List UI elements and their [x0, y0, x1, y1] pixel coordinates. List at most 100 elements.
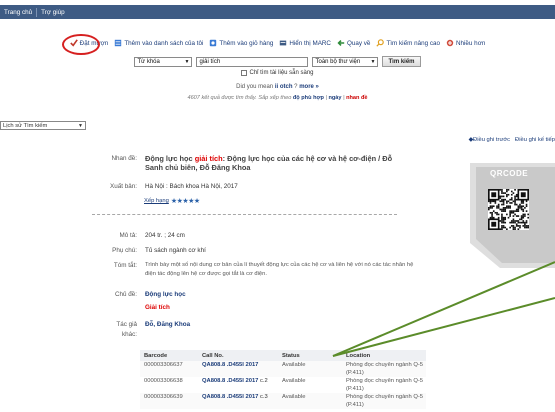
header-barcode: Barcode: [144, 352, 168, 359]
show-marc-button[interactable]: Hiển thị MARC: [279, 39, 331, 47]
barcode-cell: 000003306639: [144, 394, 183, 400]
star-rating-icon: ★★★★★: [170, 198, 200, 205]
history-label: Lịch sử Tìm kiếm: [3, 122, 48, 129]
divider: [92, 214, 397, 215]
available-only-label: Chỉ tìm tài liệu sẵn sàng: [249, 70, 314, 76]
status-cell: Available: [282, 378, 306, 384]
callno-cell: QA808.8 .D455I 2017 c.2: [202, 377, 282, 385]
location-cell: Phòng đọc chuyên ngành Q-5 (P.411): [346, 394, 424, 408]
subject-label: Chủ đề:: [114, 291, 137, 298]
summary-value: Trình bày một số nội dung cơ bản của lí …: [145, 262, 414, 277]
available-only-row: Chỉ tìm tài liệu sẵn sàng: [0, 70, 555, 76]
rating[interactable]: Xếp hạng ★★★★★: [144, 197, 200, 205]
dym-suggestion-link[interactable]: ii otch: [275, 84, 293, 90]
search-field-select[interactable]: Từ khóa ▼: [134, 56, 193, 67]
other-authors-label-1: Tác giả: [116, 321, 137, 328]
barcode-cell: 000003306637: [144, 362, 183, 368]
advanced-search-label: Tìm kiếm nâng cao: [386, 39, 440, 47]
title-value: Động lực học giải tích: Động lực học của…: [145, 154, 395, 172]
author-link[interactable]: Đỗ, Đăng Khoa: [145, 321, 190, 328]
sort-title-link[interactable]: nhan đề: [346, 95, 367, 101]
results-summary: 4607 kết quả được tìm thấy. Sắp xếp theo…: [187, 95, 368, 101]
holdings-table: Barcode Call No. Status Location 0000033…: [140, 350, 426, 409]
publication-label: Xuất bản:: [110, 183, 137, 190]
table-row: 000003306637 QA808.8 .D455I 2017 Availab…: [140, 361, 426, 377]
rating-label: Xếp hạng: [144, 198, 169, 204]
qr-code-image: [488, 189, 529, 230]
top-navbar: Trang chủ Trợ giúp: [0, 5, 555, 19]
marc-icon: [280, 40, 287, 46]
barcode-cell: 000003306638: [144, 378, 183, 384]
callno-cell: QA808.8 .D455I 2017: [202, 361, 282, 369]
did-you-mean: Did you mean ii otch ? more »: [0, 84, 555, 90]
series-value: Tủ sách ngành cơ khí: [145, 247, 206, 254]
subject-link-2[interactable]: Giải tích: [145, 304, 170, 311]
search-field-value: Từ khóa: [137, 58, 160, 65]
search-button[interactable]: Tìm kiếm: [382, 56, 421, 67]
cart-icon: [210, 39, 217, 47]
back-label: Quay về: [346, 39, 371, 47]
subject-link-1[interactable]: Động lực học: [145, 291, 186, 298]
callno-link[interactable]: QA808.8 .D455I 2017: [202, 378, 258, 384]
title-highlight: giải tích: [194, 154, 223, 163]
status-cell: Available: [282, 362, 306, 368]
table-row: 000003306639 QA808.8 .D455I 2017 c.3 Ava…: [140, 393, 426, 409]
sort-relevance-link[interactable]: độ phù hợp: [293, 95, 324, 101]
previous-record-link[interactable]: ◆Điều ghi trước: [469, 137, 510, 143]
other-authors-label-2: khác:: [121, 331, 137, 338]
advanced-search-button[interactable]: Tìm kiếm nâng cao: [376, 39, 440, 47]
more-label: Nhiều hơn: [455, 39, 486, 47]
header-callno: Call No.: [202, 352, 224, 359]
description-value: 204 tr. ; 24 cm: [145, 232, 185, 239]
title-text-start: Động lực học: [145, 154, 195, 163]
header-status: Status: [282, 352, 300, 359]
add-to-list-button[interactable]: Thêm vào danh sách của tôi: [114, 39, 203, 47]
library-select-value: Toàn bộ thư viện: [315, 58, 361, 65]
publication-value: Hà Nội : Bách khoa Hà Nội, 2017: [145, 183, 238, 190]
magnifier-icon: [376, 39, 385, 47]
next-record-link[interactable]: Điều ghi kế tiếp: [515, 137, 555, 143]
location-cell: Phòng đọc chuyên ngành Q-5 (P.411): [346, 378, 424, 392]
dym-prefix: Did you mean: [236, 84, 274, 90]
annotation-arrow: [332, 297, 555, 357]
title-label: Nhan đề:: [111, 155, 137, 162]
dym-more-link[interactable]: more »: [299, 84, 319, 90]
library-select[interactable]: Toàn bộ thư viện ▼: [312, 56, 379, 67]
summary-label: Tóm tắt:: [113, 262, 137, 269]
callno-cell: QA808.8 .D455I 2017 c.3: [202, 393, 282, 401]
back-arrow-icon: [337, 40, 345, 46]
add-to-cart-button[interactable]: Thêm vào giỏ hàng: [209, 39, 273, 47]
header-location: Location: [346, 352, 371, 359]
search-input[interactable]: giải tích: [196, 56, 309, 67]
dym-suffix: ?: [294, 84, 298, 90]
copy-cell: c.2: [260, 378, 268, 384]
list-icon: [115, 39, 122, 47]
chevron-down-icon: ▼: [184, 58, 190, 65]
add-to-cart-label: Thêm vào giỏ hàng: [219, 39, 274, 47]
back-button[interactable]: Quay về: [337, 39, 370, 47]
more-button[interactable]: Nhiều hơn: [446, 39, 485, 47]
copy-cell: c.3: [260, 394, 268, 400]
holdings-header: Barcode Call No. Status Location: [140, 350, 426, 361]
results-count: 4607 kết quả được tìm thấy: [187, 95, 256, 101]
sort-date-link[interactable]: ngày: [328, 95, 341, 101]
qrcode-label: QRCODE: [490, 169, 529, 178]
plus-icon: [446, 39, 454, 47]
chevron-down-icon: ▼: [370, 58, 376, 65]
callno-link[interactable]: QA808.8 .D455I 2017: [202, 362, 258, 368]
search-query-value: giải tích: [199, 58, 221, 65]
description-label: Mô tả:: [119, 232, 138, 239]
nav-help[interactable]: Trợ giúp: [37, 8, 69, 17]
nav-home[interactable]: Trang chủ: [0, 7, 38, 17]
sort-label: Sắp xếp theo: [258, 95, 292, 101]
status-cell: Available: [282, 394, 306, 400]
callno-link[interactable]: QA808.8 .D455I 2017: [202, 394, 258, 400]
table-row: 000003306638 QA808.8 .D455I 2017 c.2 Ava…: [140, 377, 426, 393]
add-to-list-label: Thêm vào danh sách của tôi: [124, 39, 204, 47]
series-label: Phụ chú:: [112, 247, 137, 254]
record-navigation: ◆Điều ghi trước Điều ghi kế tiếp: [469, 137, 555, 143]
search-history-select[interactable]: Lịch sử Tìm kiếm ▼: [0, 121, 86, 130]
show-marc-label: Hiển thị MARC: [289, 39, 331, 47]
available-only-checkbox[interactable]: [241, 70, 248, 76]
search-bar: Từ khóa ▼ giải tích Toàn bộ thư viện ▼ T…: [0, 56, 555, 67]
